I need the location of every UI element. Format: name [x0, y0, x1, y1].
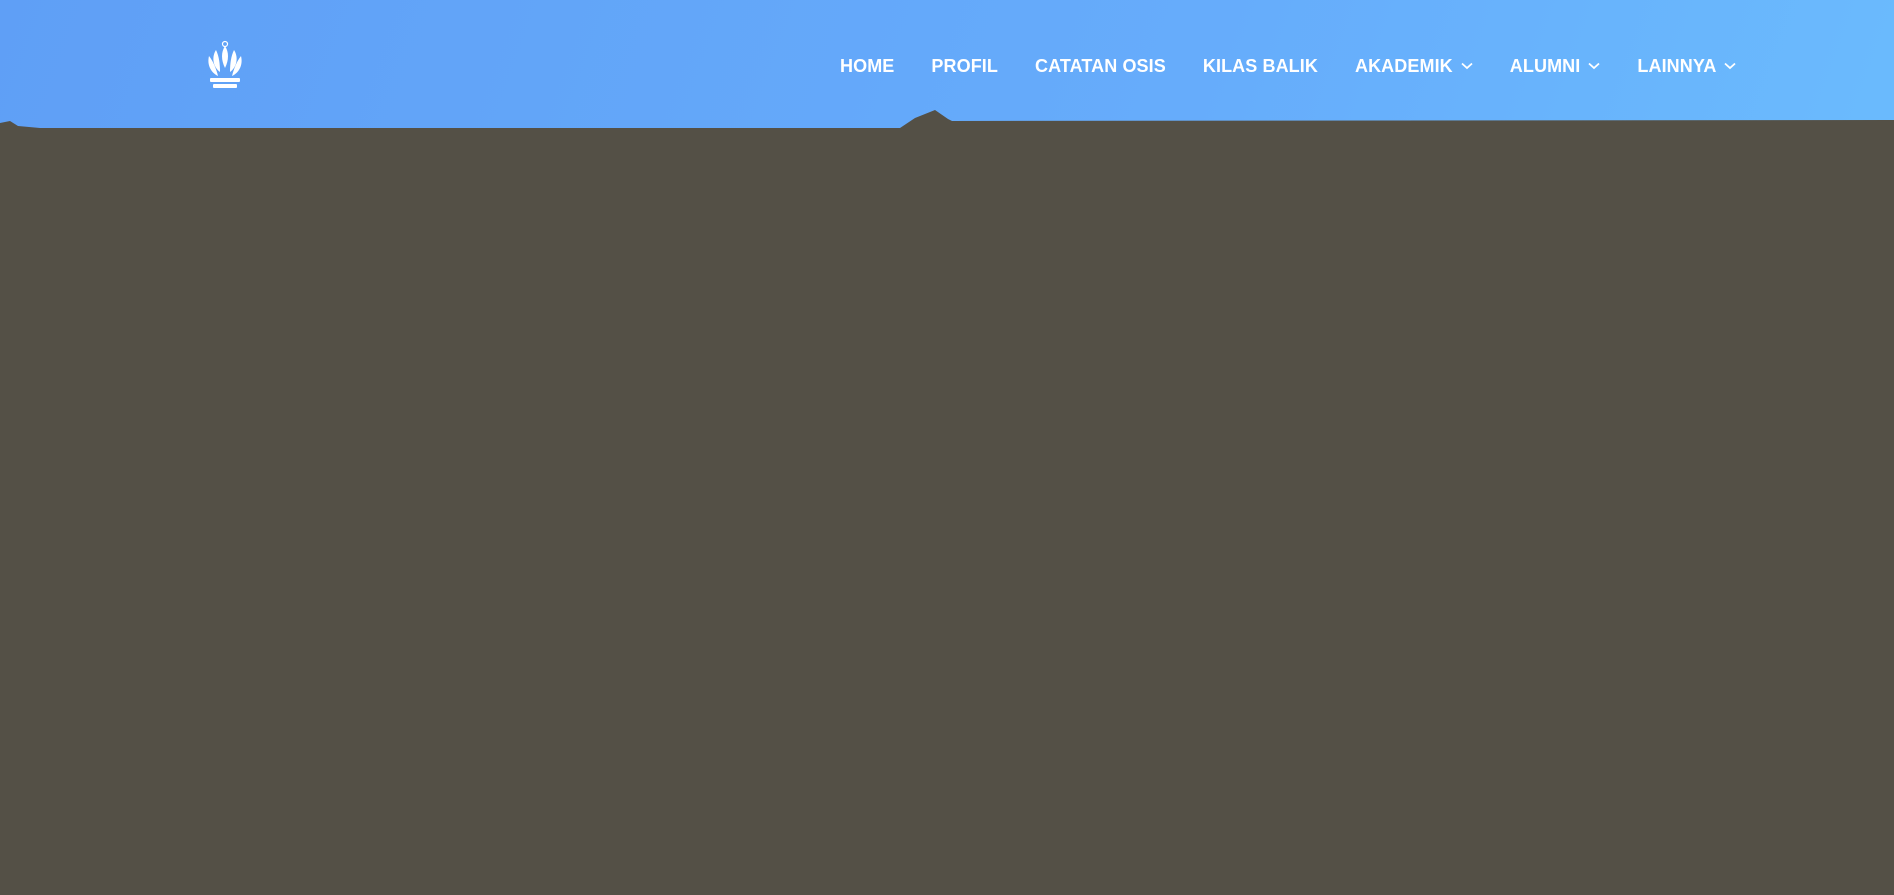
- nav-item-label: AKADEMIK: [1354, 55, 1453, 76]
- nav-item-label: LAINNYA: [1637, 55, 1717, 76]
- nav-item-kilas-balik[interactable]: KILAS BALIK: [1203, 56, 1318, 77]
- nav-item-lainnya[interactable]: LAINNYA: [1637, 55, 1737, 77]
- nav-item-alumni[interactable]: ALUMNI: [1510, 56, 1601, 77]
- hero-ground-image: [0, 110, 1894, 895]
- nav-item-profil[interactable]: PROFIL: [931, 56, 998, 77]
- nav-item-label: HOME: [840, 55, 895, 76]
- nav-item-akademik[interactable]: AKADEMIK: [1355, 56, 1473, 77]
- chevron-down-icon: [1461, 62, 1473, 70]
- nav-item-home[interactable]: HOME: [840, 56, 894, 77]
- nav-item-catatan-osis[interactable]: CATATAN OSIS: [1035, 56, 1166, 77]
- nav-item-label: ALUMNI: [1509, 55, 1581, 76]
- nav-item-label: KILAS BALIK: [1202, 55, 1318, 76]
- site-header: HOME PROFIL CATATAN OSIS KILAS BALIK AKA…: [0, 0, 1894, 130]
- nav-item-label: CATATAN OSIS: [1035, 55, 1166, 76]
- page: HOME PROFIL CATATAN OSIS KILAS BALIK AKA…: [0, 0, 1894, 895]
- nav-item-label: PROFIL: [931, 55, 999, 76]
- school-emblem-icon[interactable]: [206, 40, 244, 90]
- chevron-down-icon: [1588, 62, 1600, 70]
- main-nav: HOME PROFIL CATATAN OSIS KILAS BALIK AKA…: [840, 53, 1737, 79]
- chevron-down-icon: [1724, 62, 1737, 70]
